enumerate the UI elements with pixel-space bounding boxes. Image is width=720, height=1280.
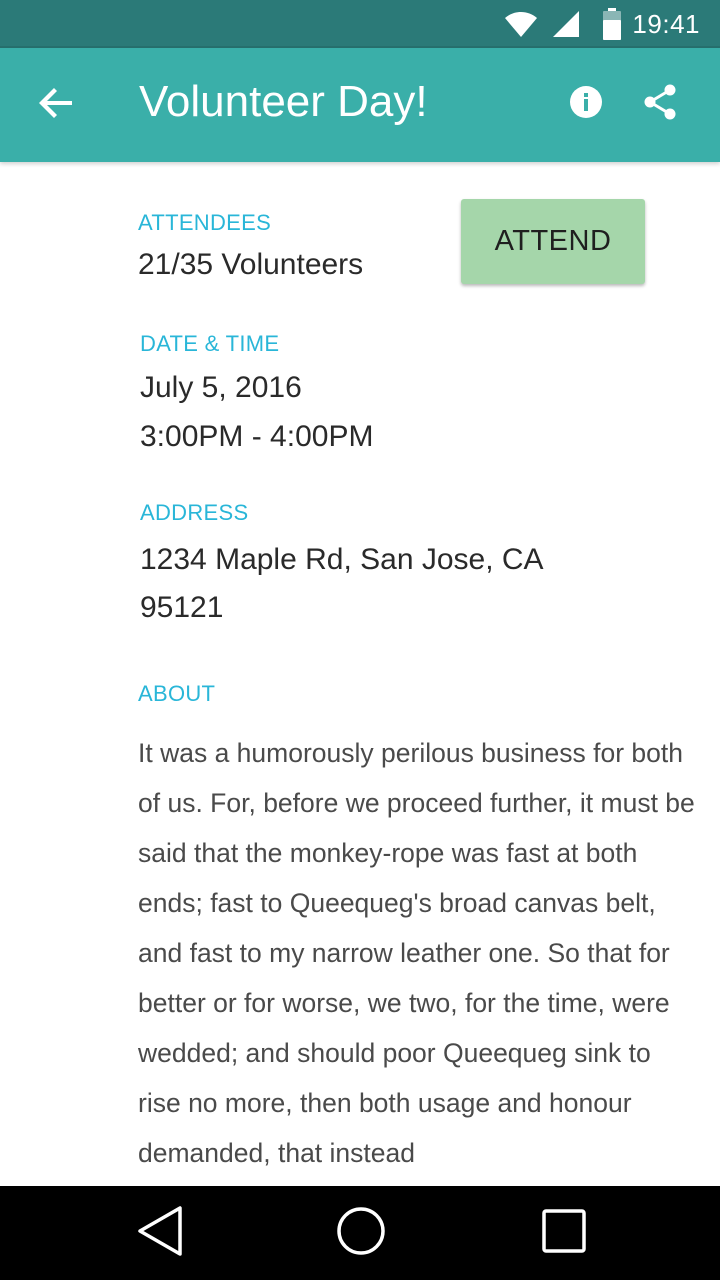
home-circle-icon: [335, 1205, 387, 1262]
nav-recents-button[interactable]: [534, 1203, 594, 1263]
address-line-1: 1234 Maple Rd, San Jose, CA: [140, 543, 544, 576]
nav-home-button[interactable]: [331, 1203, 391, 1263]
share-icon: [642, 84, 678, 125]
back-button[interactable]: [28, 77, 84, 133]
address-label: ADDRESS: [140, 500, 249, 525]
recents-square-icon: [540, 1207, 588, 1260]
event-date: July 5, 2016: [140, 371, 302, 404]
wifi-icon: [504, 10, 538, 43]
info-icon: [569, 85, 603, 124]
battery-icon: [603, 8, 621, 45]
page-title: Volunteer Day!: [139, 77, 428, 126]
status-bar: 19:41: [0, 0, 720, 48]
about-text: It was a humorously perilous business fo…: [138, 738, 695, 1168]
about-label: ABOUT: [138, 681, 216, 706]
share-button[interactable]: [634, 78, 686, 130]
cell-signal-icon: [552, 10, 580, 43]
app-bar: Volunteer Day!: [0, 48, 720, 162]
back-triangle-icon: [136, 1205, 184, 1262]
nav-back-button[interactable]: [130, 1203, 190, 1263]
info-button[interactable]: [560, 78, 612, 130]
event-time: 3:00PM - 4:00PM: [140, 420, 374, 453]
address-line-2: 95121: [140, 591, 224, 624]
arrow-back-icon: [38, 85, 74, 126]
navigation-bar: [0, 1186, 720, 1280]
attendees-value: 21/35 Volunteers: [138, 248, 364, 281]
status-time: 19:41: [632, 9, 700, 39]
date-time-label: DATE & TIME: [140, 331, 280, 356]
attendees-label: ATTENDEES: [138, 210, 272, 235]
attend-button[interactable]: ATTEND: [461, 199, 645, 284]
